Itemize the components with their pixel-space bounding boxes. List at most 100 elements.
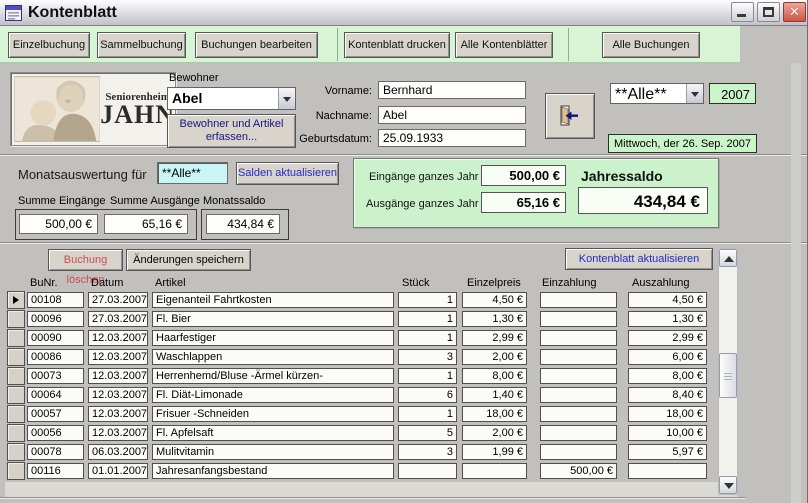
bewohner-artikel-erfassen-button[interactable]: Bewohner und Artikel erfassen... [167, 114, 296, 148]
cell-stueck[interactable]: 1 [398, 311, 457, 327]
cell-datum[interactable]: 12.03.2007 [88, 406, 148, 422]
alle-kontenblaetter-button[interactable]: Alle Kontenblätter [455, 32, 553, 58]
cell-auszahlung[interactable]: 18,00 € [628, 406, 707, 422]
cell-auszahlung[interactable]: 1,30 € [628, 311, 707, 327]
cell-einzelpreis[interactable]: 4,50 € [462, 292, 527, 308]
row-selector[interactable] [7, 329, 25, 347]
cell-stueck[interactable]: 1 [398, 330, 457, 346]
scroll-up-icon[interactable] [719, 249, 737, 267]
cell-datum[interactable]: 06.03.2007 [88, 444, 148, 460]
cell-artikel[interactable]: Frisuer -Schneiden [152, 406, 394, 422]
cell-einzahlung[interactable] [540, 406, 617, 422]
cell-einzelpreis[interactable]: 2,00 € [462, 425, 527, 441]
cell-bunr[interactable]: 00090 [27, 330, 84, 346]
cell-bunr[interactable]: 00064 [27, 387, 84, 403]
buchungen-bearbeiten-button[interactable]: Buchungen bearbeiten [195, 32, 318, 58]
year-filter-combobox[interactable]: **Alle** [610, 83, 704, 104]
cell-stueck[interactable]: 3 [398, 444, 457, 460]
sammelbuchung-button[interactable]: Sammelbuchung [97, 32, 186, 58]
cell-einzahlung[interactable] [540, 330, 617, 346]
row-selector[interactable] [7, 386, 25, 404]
cell-einzelpreis[interactable]: 1,40 € [462, 387, 527, 403]
cell-datum[interactable]: 27.03.2007 [88, 311, 148, 327]
cell-artikel[interactable]: Mulitvitamin [152, 444, 394, 460]
cell-datum[interactable]: 12.03.2007 [88, 349, 148, 365]
cell-auszahlung[interactable]: 8,00 € [628, 368, 707, 384]
month-filter-field[interactable]: **Alle** [157, 162, 228, 184]
cell-einzahlung[interactable] [540, 292, 617, 308]
cell-einzelpreis[interactable]: 1,30 € [462, 311, 527, 327]
row-selector[interactable] [7, 348, 25, 366]
salden-aktualisieren-button[interactable]: Salden aktualisieren [236, 162, 339, 185]
cell-datum[interactable]: 12.03.2007 [88, 330, 148, 346]
row-selector[interactable] [7, 462, 25, 480]
scrollbar-thumb[interactable] [719, 353, 737, 398]
row-selector[interactable] [7, 405, 25, 423]
cell-datum[interactable]: 12.03.2007 [88, 425, 148, 441]
kontenblatt-aktualisieren-button[interactable]: Kontenblatt aktualisieren [565, 248, 713, 270]
geburtsdatum-field[interactable]: 25.09.1933 [378, 129, 526, 147]
cell-stueck[interactable]: 1 [398, 368, 457, 384]
cell-einzahlung[interactable] [540, 349, 617, 365]
scroll-down-icon[interactable] [719, 476, 737, 494]
cell-einzahlung[interactable] [540, 311, 617, 327]
cell-datum[interactable]: 12.03.2007 [88, 387, 148, 403]
buchung-loeschen-button[interactable]: Buchung löschen [48, 249, 123, 286]
chevron-down-icon[interactable] [686, 84, 703, 103]
kontenblatt-drucken-button[interactable]: Kontenblatt drucken [344, 32, 450, 58]
aenderungen-speichern-button[interactable]: Änderungen speichern [126, 249, 251, 271]
row-selector[interactable] [7, 443, 25, 461]
cell-datum[interactable]: 27.03.2007 [88, 292, 148, 308]
cell-einzelpreis[interactable]: 18,00 € [462, 406, 527, 422]
cell-einzelpreis[interactable]: 2,99 € [462, 330, 527, 346]
cell-einzelpreis[interactable]: 2,00 € [462, 349, 527, 365]
cell-auszahlung[interactable] [628, 463, 707, 479]
cell-artikel[interactable]: Waschlappen [152, 349, 394, 365]
bewohner-combobox[interactable]: Abel [167, 87, 296, 110]
cell-einzelpreis[interactable]: 8,00 € [462, 368, 527, 384]
cell-datum[interactable]: 12.03.2007 [88, 368, 148, 384]
row-selector-current[interactable] [7, 291, 25, 309]
close-button[interactable]: ✕ [783, 2, 806, 22]
row-selector[interactable] [7, 310, 25, 328]
cell-bunr[interactable]: 00116 [27, 463, 84, 479]
cell-auszahlung[interactable]: 6,00 € [628, 349, 707, 365]
cell-artikel[interactable]: Herrenhemd/Bluse -Ärmel kürzen- [152, 368, 394, 384]
cell-artikel[interactable]: Haarfestiger [152, 330, 394, 346]
cell-auszahlung[interactable]: 8,40 € [628, 387, 707, 403]
cell-bunr[interactable]: 00086 [27, 349, 84, 365]
cell-einzahlung[interactable]: 500,00 € [540, 463, 617, 479]
cell-einzelpreis[interactable] [462, 463, 527, 479]
cell-stueck[interactable]: 6 [398, 387, 457, 403]
cell-auszahlung[interactable]: 2,99 € [628, 330, 707, 346]
cell-stueck[interactable] [398, 463, 457, 479]
cell-einzahlung[interactable] [540, 444, 617, 460]
nachname-field[interactable]: Abel [378, 106, 526, 124]
vorname-field[interactable]: Bernhard [378, 81, 526, 99]
row-selector[interactable] [7, 367, 25, 385]
cell-einzelpreis[interactable]: 1,99 € [462, 444, 527, 460]
alle-buchungen-button[interactable]: Alle Buchungen [602, 32, 700, 58]
cell-bunr[interactable]: 00078 [27, 444, 84, 460]
cell-bunr[interactable]: 00096 [27, 311, 84, 327]
row-selector[interactable] [7, 424, 25, 442]
cell-auszahlung[interactable]: 10,00 € [628, 425, 707, 441]
maximize-button[interactable] [757, 2, 780, 22]
cell-stueck[interactable]: 3 [398, 349, 457, 365]
cell-stueck[interactable]: 1 [398, 406, 457, 422]
cell-artikel[interactable]: Fl. Diät-Limonade [152, 387, 394, 403]
cell-datum[interactable]: 01.01.2007 [88, 463, 148, 479]
cell-bunr[interactable]: 00108 [27, 292, 84, 308]
cell-einzahlung[interactable] [540, 368, 617, 384]
cell-auszahlung[interactable]: 4,50 € [628, 292, 707, 308]
einzelbuchung-button[interactable]: Einzelbuchung [8, 32, 90, 58]
close-form-button[interactable] [545, 93, 595, 139]
cell-bunr[interactable]: 00057 [27, 406, 84, 422]
cell-stueck[interactable]: 5 [398, 425, 457, 441]
table-scrollbar[interactable] [718, 248, 738, 495]
cell-stueck[interactable]: 1 [398, 292, 457, 308]
cell-bunr[interactable]: 00073 [27, 368, 84, 384]
cell-artikel[interactable]: Fl. Apfelsaft [152, 425, 394, 441]
minimize-button[interactable] [731, 2, 754, 22]
cell-artikel[interactable]: Eigenanteil Fahrtkosten [152, 292, 394, 308]
